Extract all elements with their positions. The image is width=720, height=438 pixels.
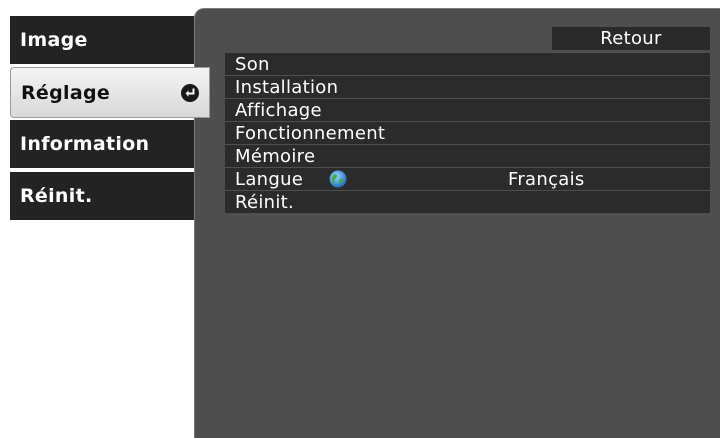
tab-label: Réglage <box>21 81 111 104</box>
menu-item-installation[interactable]: Installation <box>225 76 710 98</box>
menu-item-label: Mémoire <box>235 145 316 167</box>
menu-item-label: Réinit. <box>235 191 295 213</box>
back-button-label: Retour <box>600 28 662 49</box>
enter-arrow-icon <box>181 83 199 102</box>
menu-item-affichage[interactable]: Affichage <box>225 99 710 121</box>
menu-item-label: Langue <box>235 168 304 190</box>
tab-label: Information <box>20 133 150 155</box>
globe-icon <box>329 170 347 188</box>
tab-reglage[interactable]: Réglage <box>10 67 210 118</box>
settings-menu-list: Son Installation Affichage Fonctionnemen… <box>225 53 710 214</box>
menu-item-memoire[interactable]: Mémoire <box>225 145 710 167</box>
back-button[interactable]: Retour <box>552 27 710 50</box>
tab-label: Réinit. <box>20 185 93 207</box>
language-value: Français <box>508 168 585 190</box>
menu-item-label: Installation <box>235 76 339 98</box>
menu-item-reinit[interactable]: Réinit. <box>225 191 710 213</box>
menu-item-fonctionnement[interactable]: Fonctionnement <box>225 122 710 144</box>
menu-item-label: Fonctionnement <box>235 122 386 144</box>
menu-item-son[interactable]: Son <box>225 53 710 75</box>
menu-item-label: Son <box>235 53 270 75</box>
tab-image[interactable]: Image <box>10 16 194 64</box>
menu-item-label: Affichage <box>235 99 322 121</box>
tab-information[interactable]: Information <box>10 120 194 168</box>
projector-menu-screen: Image Réglage Information Réinit. Retour… <box>0 0 720 438</box>
tab-reinit[interactable]: Réinit. <box>10 172 194 220</box>
tab-label: Image <box>20 29 88 51</box>
menu-item-langue[interactable]: Langue Français <box>225 168 710 190</box>
